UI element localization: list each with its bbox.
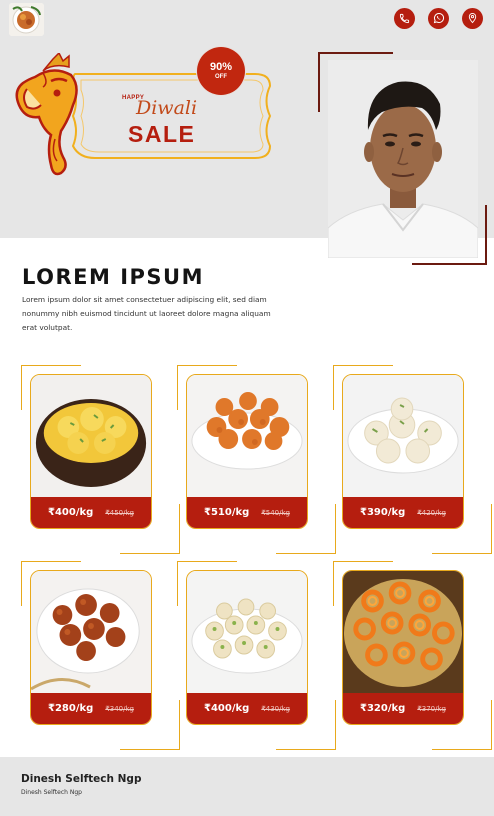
product-card[interactable]: ₹400/kg ₹450/kg [21, 365, 180, 554]
price-bar: ₹400/kg ₹450/kg [31, 497, 151, 528]
price-bar: ₹510/kg ₹540/kg [187, 497, 307, 528]
price-bar: ₹280/kg ₹340/kg [31, 693, 151, 724]
phone-icon [399, 9, 410, 28]
footer-subtitle: Dinesh Selftech Ngp [21, 789, 82, 796]
product-image-gulab-jamun [31, 571, 151, 695]
price-bar: ₹320/kg ₹370/kg [343, 693, 463, 724]
price-bar: ₹400/kg ₹430/kg [187, 693, 307, 724]
product-image-motichoor-ladoo [187, 375, 307, 499]
product-old-price: ₹450/kg [105, 508, 134, 517]
product-price: ₹390/kg [360, 507, 406, 518]
product-old-price: ₹340/kg [105, 704, 134, 713]
product-card[interactable]: ₹390/kg ₹420/kg [333, 365, 492, 554]
photo-frame-corner-bottom-right [412, 205, 487, 265]
location-pin-icon [467, 9, 478, 28]
banner-sale-text: SALE [128, 121, 196, 147]
price-bar: ₹390/kg ₹420/kg [343, 497, 463, 528]
footer: Dinesh Selftech Ngp Dinesh Selftech Ngp [0, 757, 494, 816]
ganesha-icon [15, 53, 78, 176]
hero-section: HAPPY Diwali SALE 90% OFF [0, 0, 494, 265]
product-image-jalebi [343, 571, 463, 695]
footer-business-name: Dinesh Selftech Ngp [21, 773, 142, 785]
product-card[interactable]: ₹280/kg ₹340/kg [21, 561, 180, 750]
product-price: ₹320/kg [360, 703, 406, 714]
banner-diwali-text: Diwali [136, 97, 198, 119]
product-price: ₹400/kg [48, 507, 94, 518]
product-price: ₹280/kg [48, 703, 94, 714]
product-image-pista-peda [187, 571, 307, 695]
product-card[interactable]: ₹510/kg ₹540/kg [177, 365, 336, 554]
product-old-price: ₹430/kg [261, 704, 290, 713]
logo-thumbnail[interactable] [9, 3, 44, 36]
product-price: ₹400/kg [204, 703, 250, 714]
whatsapp-button[interactable] [428, 8, 449, 29]
phone-button[interactable] [394, 8, 415, 29]
product-old-price: ₹370/kg [417, 704, 446, 713]
product-old-price: ₹420/kg [417, 508, 446, 517]
product-image-rasgulla [343, 375, 463, 499]
product-old-price: ₹540/kg [261, 508, 290, 517]
discount-off-label: OFF [215, 73, 227, 80]
location-button[interactable] [462, 8, 483, 29]
page-description: Lorem ipsum dolor sit amet consectetuer … [22, 295, 271, 332]
product-card[interactable]: ₹320/kg ₹370/kg [333, 561, 492, 750]
discount-percent: 90% [209, 60, 233, 73]
product-card[interactable]: ₹400/kg ₹430/kg [177, 561, 336, 750]
product-price: ₹510/kg [204, 507, 250, 518]
product-image-rasmalai [31, 375, 151, 499]
discount-badge: 90% OFF [199, 49, 243, 93]
whatsapp-icon [433, 9, 445, 28]
page-title: LOREM IPSUM [22, 265, 204, 289]
